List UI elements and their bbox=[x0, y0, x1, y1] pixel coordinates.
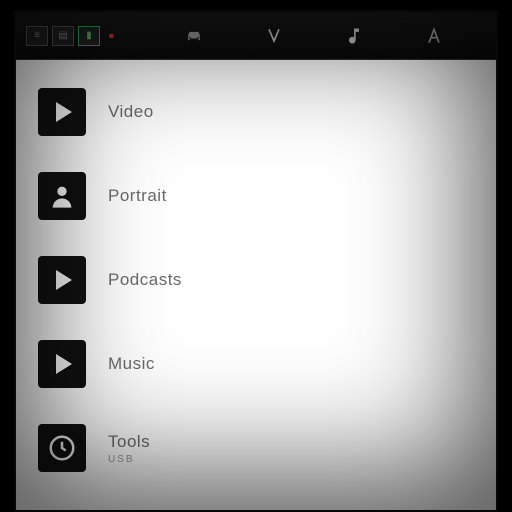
menu-item-music[interactable]: Music bbox=[38, 340, 478, 388]
menu-item-label: Podcasts bbox=[108, 270, 182, 290]
tab-settings[interactable] bbox=[497, 26, 498, 46]
status-indicator-1: ≡ bbox=[26, 26, 48, 46]
menu-item-labels: Video bbox=[108, 102, 154, 122]
menu-item-labels: Music bbox=[108, 354, 155, 374]
menu-item-podcasts[interactable]: Podcasts bbox=[38, 256, 478, 304]
tab-v[interactable] bbox=[257, 26, 291, 46]
tab-car[interactable] bbox=[177, 26, 211, 46]
top-bar: ≡ ▤ ▮ ● bbox=[16, 12, 496, 60]
main-menu: Video Portrait Podcasts Music bbox=[16, 60, 496, 510]
status-warning-icon: ● bbox=[108, 30, 115, 42]
play-icon bbox=[38, 256, 86, 304]
clock-icon bbox=[38, 424, 86, 472]
status-cluster: ≡ ▤ ▮ ● bbox=[26, 26, 115, 46]
menu-item-label: Portrait bbox=[108, 186, 167, 206]
menu-item-tools[interactable]: Tools USB bbox=[38, 424, 478, 472]
menu-item-video[interactable]: Video bbox=[38, 88, 478, 136]
status-indicator-2: ▤ bbox=[52, 26, 74, 46]
music-note-icon bbox=[344, 26, 364, 46]
play-icon bbox=[38, 340, 86, 388]
menu-item-portrait[interactable]: Portrait bbox=[38, 172, 478, 220]
tab-a[interactable] bbox=[417, 26, 451, 46]
a-letter-icon bbox=[424, 26, 444, 46]
menu-item-label: Tools bbox=[108, 432, 150, 452]
status-indicator-3: ▮ bbox=[78, 26, 100, 46]
menu-item-labels: Portrait bbox=[108, 186, 167, 206]
menu-item-label: Music bbox=[108, 354, 155, 374]
car-icon bbox=[184, 26, 204, 46]
screen-frame: ≡ ▤ ▮ ● bbox=[14, 10, 498, 512]
play-icon bbox=[38, 88, 86, 136]
menu-item-labels: Tools USB bbox=[108, 432, 150, 465]
v-icon bbox=[264, 26, 284, 46]
person-icon bbox=[38, 172, 86, 220]
menu-item-labels: Podcasts bbox=[108, 270, 182, 290]
top-tabs bbox=[177, 26, 498, 46]
menu-item-sublabel: USB bbox=[108, 454, 150, 465]
tab-note[interactable] bbox=[337, 26, 371, 46]
menu-item-label: Video bbox=[108, 102, 154, 122]
